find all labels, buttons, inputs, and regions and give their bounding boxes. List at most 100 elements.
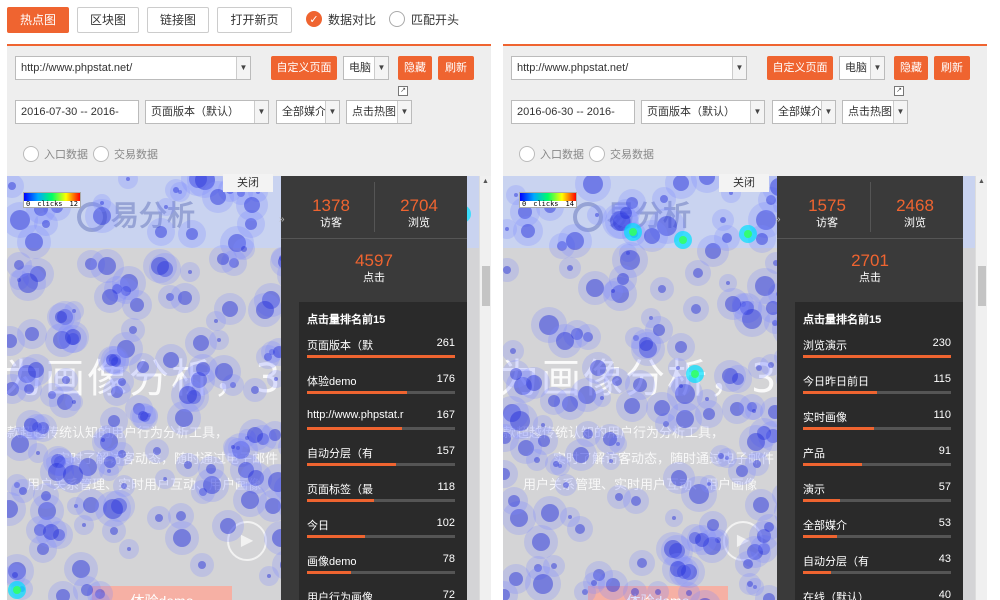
url-select[interactable]: http://www.phpstat.net/ ▼ xyxy=(15,56,251,80)
heat-spot-core xyxy=(104,456,116,468)
ranking-item[interactable]: 页面标签（最 118 xyxy=(307,479,459,515)
heat-spot-core xyxy=(24,384,34,394)
radio-circle-icon xyxy=(589,146,605,162)
ranking-item-name: 演示 xyxy=(803,484,825,496)
heat-spot-core xyxy=(567,265,573,271)
ranking-item[interactable]: 页面版本（默 261 xyxy=(307,335,459,371)
ranking-item-value: 176 xyxy=(436,373,455,385)
views-label: 浏览 xyxy=(904,217,926,229)
url-value: http://www.phpstat.net/ xyxy=(517,62,629,74)
close-tab[interactable]: 关闭 xyxy=(719,174,769,192)
heat-spot-core xyxy=(756,233,768,245)
heatmap-tab-button[interactable]: 热点图 xyxy=(7,7,69,33)
trade-data-label: 交易数据 xyxy=(610,149,654,161)
ranking-item-name: 画像demo xyxy=(307,556,357,568)
media-value: 全部媒介 xyxy=(282,106,326,118)
legend-min: 0 xyxy=(26,200,31,208)
entry-data-label: 入口数据 xyxy=(44,149,88,161)
ranking-item[interactable]: 实时画像 110 xyxy=(803,407,955,443)
ranking-item[interactable]: 产品 91 xyxy=(803,443,955,479)
ranking-item[interactable]: 在线（默认） 40 xyxy=(803,587,955,600)
clicks-count: 2701 xyxy=(851,251,889,270)
date-range-value: 2016-07-30 -- 2016- xyxy=(21,106,119,118)
legend-label: clicks xyxy=(533,200,559,208)
refresh-button[interactable]: 刷新 xyxy=(934,56,970,80)
custom-page-button[interactable]: 自定义页面 xyxy=(767,56,833,80)
device-select[interactable]: 电脑 ▼ xyxy=(839,56,885,80)
media-select[interactable]: 全部媒介 ▼ xyxy=(276,100,340,124)
ranking-item[interactable]: http://www.phpstat.r 167 xyxy=(307,407,459,443)
url-select[interactable]: http://www.phpstat.net/ ▼ xyxy=(511,56,747,80)
compare-checkbox[interactable]: ✓ 数据对比 xyxy=(306,10,376,28)
ranking-bar-fill xyxy=(307,571,351,574)
open-new-page-button[interactable]: 打开新页 xyxy=(217,7,292,33)
hide-button[interactable]: 隐藏 xyxy=(894,56,928,80)
heat-spot-core xyxy=(764,522,774,532)
ranking-item[interactable]: 今日昨日前日 115 xyxy=(803,371,955,407)
ranking-item[interactable]: 浏览演示 230 xyxy=(803,335,955,371)
hide-button[interactable]: 隐藏 xyxy=(398,56,432,80)
entry-data-radio[interactable]: 入口数据 xyxy=(519,146,584,162)
media-select[interactable]: 全部媒介 ▼ xyxy=(772,100,836,124)
scroll-up-icon[interactable]: ▲ xyxy=(976,176,987,188)
heat-spot-core xyxy=(693,268,703,278)
heat-spot-core xyxy=(42,220,50,228)
collapse-arrow-icon[interactable]: » xyxy=(775,214,781,225)
chevron-down-icon: ▼ xyxy=(325,101,339,123)
page-version-value: 页面版本（默认） xyxy=(151,106,239,118)
heat-spot-core xyxy=(590,360,606,376)
map-type-select[interactable]: 点击热图 ▼ xyxy=(346,100,412,124)
ranking-item[interactable]: 全部媒介 53 xyxy=(803,515,955,551)
heat-spot-core xyxy=(631,588,639,596)
trade-data-radio[interactable]: 交易数据 xyxy=(589,146,654,162)
heat-spot-core xyxy=(126,177,130,181)
device-select[interactable]: 电脑 ▼ xyxy=(343,56,389,80)
chevron-down-icon: ▼ xyxy=(821,101,835,123)
ranking-item[interactable]: 演示 57 xyxy=(803,479,955,515)
page-version-select[interactable]: 页面版本（默认） ▼ xyxy=(641,100,765,124)
ranking-bar-fill xyxy=(307,427,402,430)
collapse-arrow-icon[interactable]: » xyxy=(279,214,285,225)
heat-spot-core xyxy=(533,574,553,594)
heat-spot-core xyxy=(155,514,163,522)
block-map-tab-button[interactable]: 区块图 xyxy=(77,7,139,33)
heat-spot-core xyxy=(188,270,192,274)
scroll-thumb[interactable] xyxy=(978,266,986,306)
heatmap-scrollbar[interactable]: ▲ xyxy=(975,176,987,600)
divider xyxy=(870,182,871,232)
custom-page-button[interactable]: 自定义页面 xyxy=(271,56,337,80)
link-map-tab-button[interactable]: 链接图 xyxy=(147,7,209,33)
ranking-item[interactable]: 体验demo 176 xyxy=(307,371,459,407)
page-version-select[interactable]: 页面版本（默认） ▼ xyxy=(145,100,269,124)
ranking-item[interactable]: 今日 102 xyxy=(307,515,459,551)
ranking-item[interactable]: 自动分层（有 43 xyxy=(803,551,955,587)
scroll-up-icon[interactable]: ▲ xyxy=(480,176,491,188)
radio-circle-icon xyxy=(519,146,535,162)
match-start-checkbox[interactable]: 匹配开头 xyxy=(389,10,459,28)
ranking-item-name: 实时画像 xyxy=(803,412,847,424)
heat-spot-core xyxy=(43,524,59,540)
map-type-value: 点击热图 xyxy=(352,106,396,118)
ranking-item[interactable]: 画像demo 78 xyxy=(307,551,459,587)
date-range-select[interactable]: 2016-07-30 -- 2016- xyxy=(15,100,139,124)
ranking-bar-fill xyxy=(803,391,877,394)
heatmap-scrollbar[interactable]: ▲ xyxy=(479,176,491,600)
heat-spot-core xyxy=(25,233,43,251)
clicks-count: 4597 xyxy=(355,251,393,270)
ranking-item[interactable]: 自动分层（有 157 xyxy=(307,443,459,479)
heat-spot-core xyxy=(19,487,27,495)
date-range-value: 2016-06-30 -- 2016- xyxy=(517,106,615,118)
close-tab[interactable]: 关闭 xyxy=(223,174,273,192)
map-type-select[interactable]: 点击热图 ▼ xyxy=(842,100,908,124)
ranking-item[interactable]: 用户行为画像 72 xyxy=(307,587,459,600)
refresh-button[interactable]: 刷新 xyxy=(438,56,474,80)
trade-data-radio[interactable]: 交易数据 xyxy=(93,146,158,162)
date-range-select[interactable]: 2016-06-30 -- 2016- xyxy=(511,100,635,124)
entry-data-radio[interactable]: 入口数据 xyxy=(23,146,88,162)
heat-spot-core xyxy=(101,438,105,442)
chevron-down-icon: ▼ xyxy=(236,57,250,79)
heat-spot-core xyxy=(36,451,40,455)
popout-icon[interactable]: ↗ xyxy=(894,86,904,96)
scroll-thumb[interactable] xyxy=(482,266,490,306)
popout-icon[interactable]: ↗ xyxy=(398,86,408,96)
